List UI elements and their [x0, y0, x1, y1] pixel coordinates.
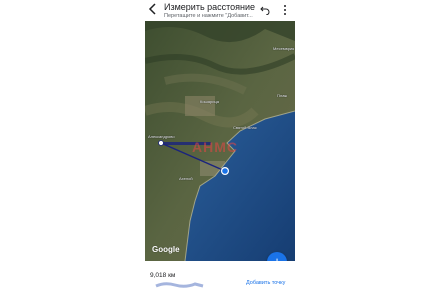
end-point[interactable] [222, 168, 228, 174]
google-logo: Google [152, 245, 180, 254]
map-label-right-mid: Плаж [277, 93, 288, 98]
add-point-button[interactable]: Добавить точку [246, 280, 285, 286]
more-vert-icon[interactable] [282, 4, 288, 16]
phone-screen: Измерить расстояние Перетащите и нажмите… [145, 0, 295, 300]
map-label-left-town: Александрово [148, 134, 175, 139]
bottom-panel: 9,018 км Добавить точку [145, 261, 295, 300]
page-title: Измерить расстояние [164, 2, 256, 12]
map-label-south-town: Ахелой [179, 176, 193, 181]
watermark-logo: AHMC [192, 139, 238, 155]
start-point[interactable] [158, 140, 164, 146]
map-label-center-town: Кошарица [200, 99, 219, 104]
map-label-right-top: Месемврия [273, 46, 295, 51]
redaction-scribble [155, 282, 204, 288]
app-bar: Измерить расстояние Перетащите и нажмите… [145, 0, 295, 21]
page-subtitle: Перетащите и нажмите "Добавит... [164, 13, 253, 19]
map-view[interactable]: Александрово Кошарица Святой Влас Ахелой… [145, 21, 295, 261]
undo-icon[interactable] [260, 5, 270, 15]
distance-value: 9,018 км [150, 272, 176, 279]
back-arrow-icon[interactable] [148, 3, 158, 15]
map-label-coastal-town: Святой Влас [233, 125, 257, 130]
